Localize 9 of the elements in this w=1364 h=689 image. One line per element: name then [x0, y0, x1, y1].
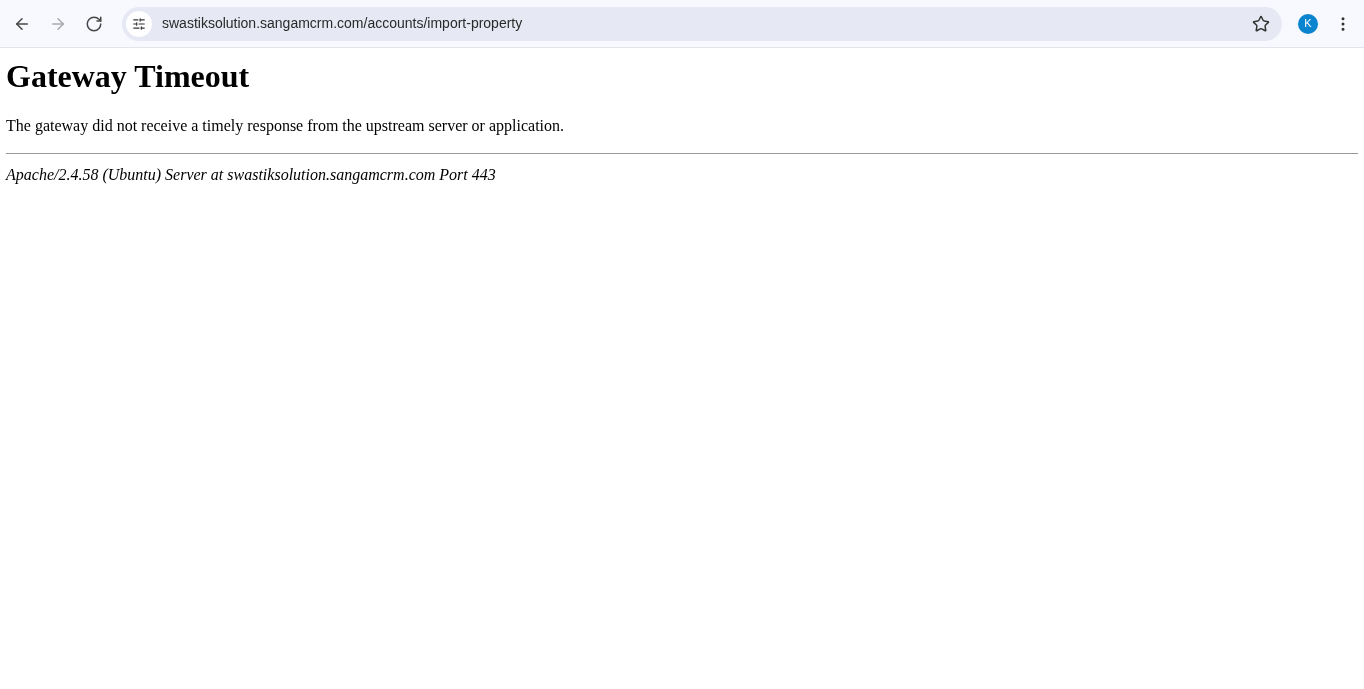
profile-avatar[interactable]: K	[1298, 13, 1318, 34]
error-message: The gateway did not receive a timely response from the upstream server or application.	[6, 116, 565, 137]
address-bar[interactable]: swastiksolution.sangamcrm.com/accounts/import-property	[122, 6, 1282, 41]
bookmark-star-icon[interactable]	[1252, 14, 1270, 33]
url-text: swastiksolution.sangamcrm.com/accounts/import-property	[162, 14, 523, 33]
site-settings-icon[interactable]	[126, 10, 152, 37]
server-signature: Apache/2.4.58 (Ubuntu) Server at swastiksolution.sangamcrm.com Port 443	[6, 165, 497, 186]
reload-icon	[85, 14, 103, 33]
page-heading: Gateway Timeout	[6, 58, 251, 94]
